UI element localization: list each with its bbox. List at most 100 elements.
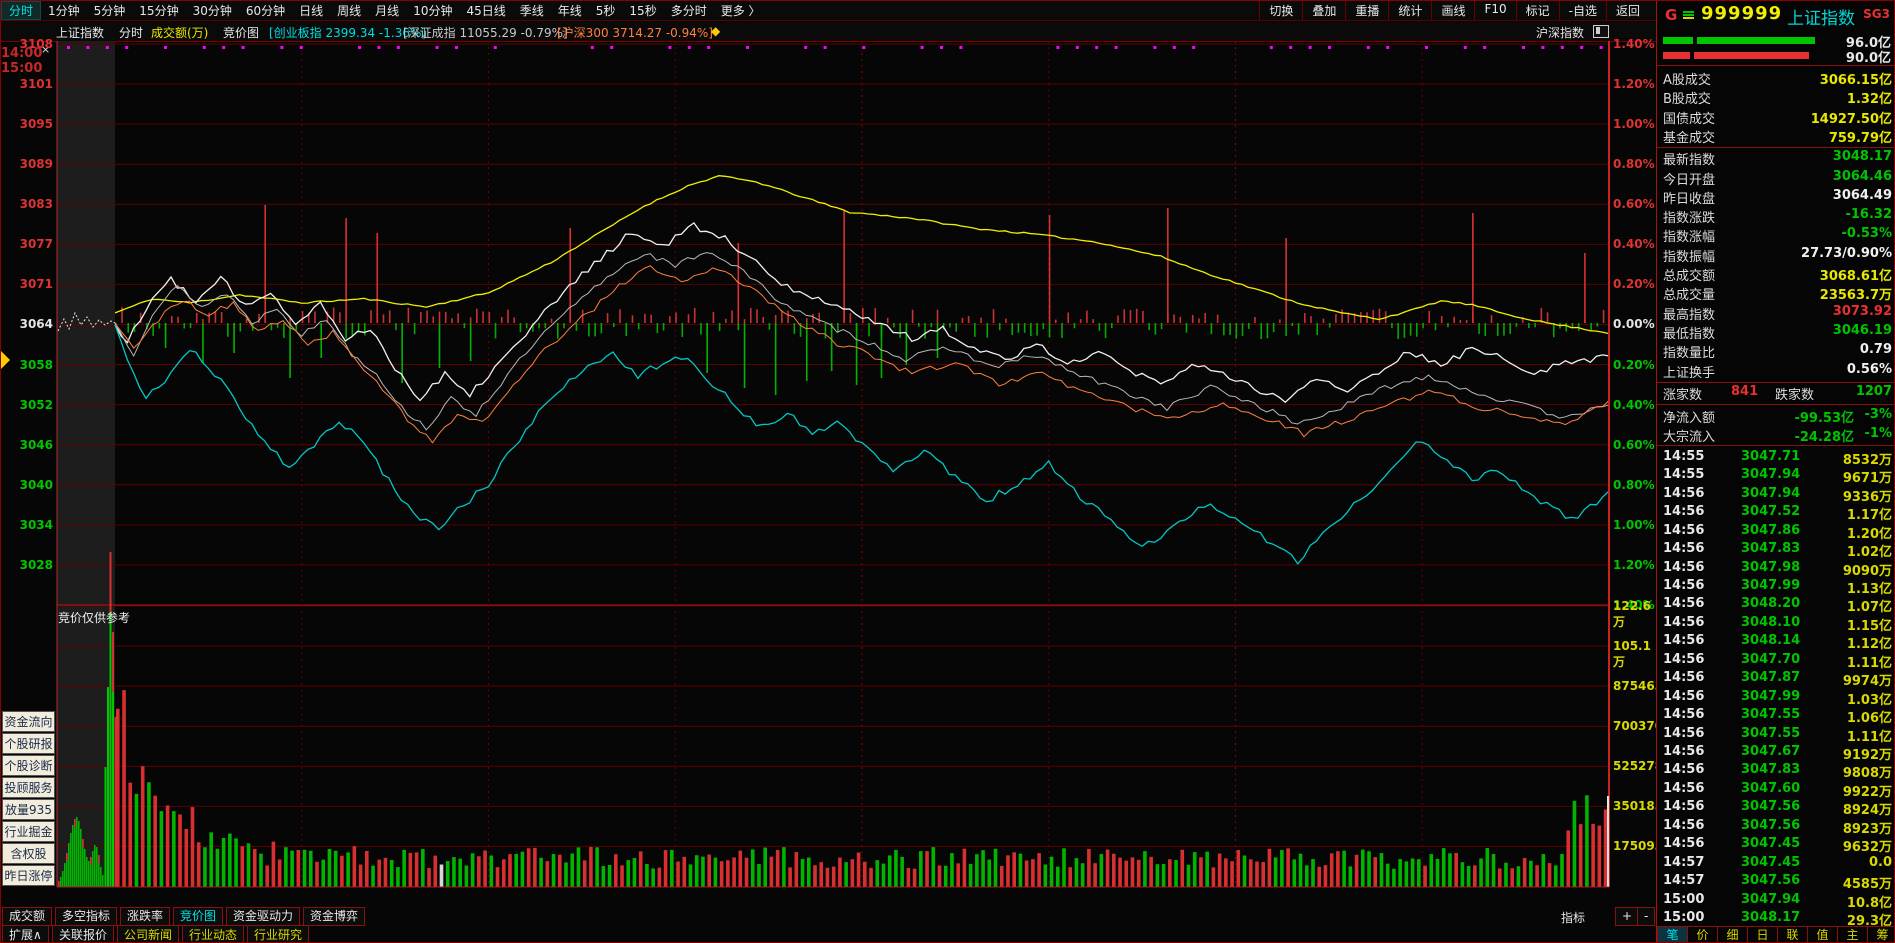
zoom-out-button[interactable]: - [1637,907,1655,926]
quote-row: 指数量比0.79 [1663,342,1892,361]
tick-row: 14:563047.459632万 [1663,836,1892,854]
tick-volume: 9336万 [1843,486,1892,505]
period-item-60分钟[interactable]: 60分钟 [239,2,292,19]
side-button-昨日涨停[interactable]: 昨日涨停 [2,865,55,886]
action-button-标记[interactable]: 标记 [1516,1,1559,20]
mini-tab-联[interactable]: 联 [1777,926,1807,943]
tick-volume: 1.02亿 [1847,541,1892,560]
quote-row: 最新指数3048.17 [1663,149,1892,168]
subbar-item[interactable]: 成交额(万) [151,24,208,41]
side-button-放量935[interactable]: 放量935 [2,799,55,820]
action-button-统计[interactable]: 统计 [1388,1,1431,20]
period-item-季线[interactable]: 季线 [513,2,551,19]
mini-tab-日[interactable]: 日 [1747,926,1777,943]
period-item-日线[interactable]: 日线 [292,2,330,19]
tab2-公司新闻[interactable]: 公司新闻 [117,925,179,943]
tick-row: 14:553047.718532万 [1663,449,1892,467]
flow-label: 大宗流入 [1663,426,1715,445]
tick-time: 14:56 [1663,633,1704,648]
mini-tab-细[interactable]: 细 [1717,926,1747,943]
period-item-1分钟[interactable]: 1分钟 [41,2,87,19]
action-button-叠加[interactable]: 叠加 [1302,1,1345,20]
tick-price: 3047.67 [1741,744,1800,759]
quote-label: 国债成交 [1663,108,1715,127]
tab-成交额[interactable]: 成交额 [2,907,52,926]
action-button-画线[interactable]: 画线 [1431,1,1474,20]
stock-code: 999999 [1701,3,1782,24]
action-button-重播[interactable]: 重播 [1345,1,1388,20]
mini-tab-笔[interactable]: 笔 [1657,926,1687,943]
tick-row: 14:573047.564585万 [1663,873,1892,891]
period-item-周线[interactable]: 周线 [330,2,368,19]
tick-row: 14:563047.679192万 [1663,744,1892,762]
tick-volume: 1.06亿 [1847,707,1892,726]
tick-price: 3047.56 [1741,818,1800,833]
pct-label: 0.40% [1613,398,1657,412]
updown-row: 涨家数841跌家数1207 [1663,384,1892,403]
tab2-行业研究[interactable]: 行业研究 [247,925,309,943]
price-label: 3083 [1,197,53,211]
tab-涨跌率[interactable]: 涨跌率 [120,907,170,926]
period-item-5分钟[interactable]: 5分钟 [87,2,133,19]
tick-volume: 8923万 [1843,818,1892,837]
tab-资金驱动力[interactable]: 资金驱动力 [226,907,300,926]
tick-time: 14:56 [1663,726,1704,741]
action-button--自选[interactable]: -自选 [1559,1,1606,20]
tick-price: 3048.14 [1741,633,1800,648]
zoom-in-button[interactable]: + [1615,907,1639,926]
pct-label: 0.80% [1613,478,1657,492]
side-button-个股诊断[interactable]: 个股诊断 [2,755,55,776]
side-button-资金流向[interactable]: 资金流向 [2,711,55,732]
period-item-年线[interactable]: 年线 [551,2,589,19]
tick-price: 3048.10 [1741,615,1800,630]
period-item-5秒[interactable]: 5秒 [589,2,623,19]
mini-tab-筹[interactable]: 筹 [1867,926,1895,943]
period-item-多分时[interactable]: 多分时 [664,2,714,19]
mini-tab-主[interactable]: 主 [1837,926,1867,943]
tab-竞价图[interactable]: 竞价图 [173,907,223,926]
quote-label: 总成交量 [1663,284,1715,303]
subbar-item[interactable]: 竞价图 [223,24,259,41]
tab2-行业动态[interactable]: 行业动态 [182,925,244,943]
subbar-item[interactable]: 上证指数 [56,24,104,41]
quote-value: 3066.15亿 [1820,69,1892,88]
subbar-item[interactable]: 分时 [119,24,143,41]
period-item-10分钟[interactable]: 10分钟 [406,2,459,19]
price-label: 3071 [1,277,53,291]
tab2-扩展∧[interactable]: 扩展∧ [2,925,49,943]
tick-time: 14:55 [1663,449,1704,464]
side-button-含权股[interactable]: 含权股 [2,843,55,864]
tab2-关联报价[interactable]: 关联报价 [52,925,114,943]
period-item-45日线[interactable]: 45日线 [459,2,512,19]
tab-多空指标[interactable]: 多空指标 [55,907,117,926]
period-item-30分钟[interactable]: 30分钟 [186,2,239,19]
menu-icon[interactable] [1683,10,1694,20]
pct-label: 1.20% [1613,77,1657,91]
tick-price: 3047.98 [1741,560,1800,575]
subbar-item[interactable]: ◆ [711,24,720,38]
action-button-切换[interactable]: 切换 [1259,1,1302,20]
action-button-返回[interactable]: 返回 [1606,1,1649,20]
action-button-F10[interactable]: F10 [1474,1,1515,20]
period-item-15分钟[interactable]: 15分钟 [132,2,185,19]
side-button-个股研报[interactable]: 个股研报 [2,733,55,754]
subbar-item[interactable]: [沪深300 3714.27 -0.94%] [557,24,713,41]
ask-bar-value: 90.0亿 [1846,47,1891,66]
intraday-chart[interactable] [1,41,1657,907]
period-item-更多 〉[interactable]: 更多 〉 [714,2,768,19]
subbar-right-label[interactable]: 沪深指数 [1536,24,1584,41]
tick-time: 14:56 [1663,836,1704,851]
side-panel-expander-icon[interactable] [1,351,10,369]
price-label: 3052 [1,398,53,412]
side-button-投顾服务[interactable]: 投顾服务 [2,777,55,798]
period-item-分时[interactable]: 分时 [1,1,41,20]
tick-time: 14:56 [1663,615,1704,630]
side-button-行业掘金[interactable]: 行业掘金 [2,821,55,842]
period-item-15秒[interactable]: 15秒 [622,2,663,19]
tab-资金博弈[interactable]: 资金博弈 [303,907,365,926]
subbar-item[interactable]: [深证成指 11055.29 -0.79%] [403,24,568,41]
panel-toggle-icon[interactable] [1593,25,1609,38]
period-item-月线[interactable]: 月线 [368,2,406,19]
mini-tab-值[interactable]: 值 [1807,926,1837,943]
mini-tab-价[interactable]: 价 [1687,926,1717,943]
